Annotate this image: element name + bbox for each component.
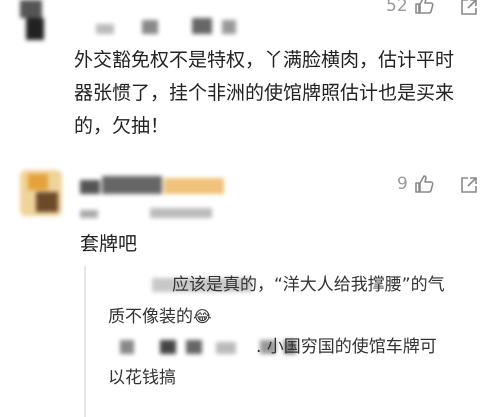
reply-block: 应该是真的，“洋大人给我撑腰”的气 质不像装的😂 . 小国穷国的使馆车牌可 以花… bbox=[84, 266, 496, 417]
reply-text: 质不像装的😂 bbox=[108, 301, 428, 333]
like-count: 9 bbox=[397, 174, 408, 194]
reply-line: 以花钱搞 bbox=[108, 368, 176, 388]
share-icon[interactable] bbox=[460, 176, 478, 194]
reply-text: 以花钱搞 bbox=[108, 363, 428, 394]
comment-line: 外交豁免权不是特权，丫满脸横肉，估计平时 bbox=[74, 49, 455, 71]
share-icon[interactable] bbox=[460, 0, 478, 16]
username[interactable] bbox=[96, 16, 236, 34]
reply-line: . 小国穷国的使馆车牌可 bbox=[256, 337, 437, 357]
laughing-emoji-icon: 😂 bbox=[193, 307, 212, 326]
avatar[interactable] bbox=[20, 170, 62, 216]
thumbs-up-icon[interactable] bbox=[414, 0, 434, 14]
username[interactable] bbox=[80, 174, 230, 196]
avatar[interactable] bbox=[20, 0, 44, 42]
comment-meta bbox=[80, 206, 220, 220]
reply-line: 质不像装的 bbox=[108, 307, 193, 327]
reply-text: 应该是真的，“洋大人给我撑腰”的气 bbox=[172, 270, 492, 301]
reply-line: 应该是真的，“洋大人给我撑腰”的气 bbox=[172, 275, 445, 295]
reply-text: . 小国穷国的使馆车牌可 bbox=[256, 332, 496, 363]
comment-text: 套牌吧 bbox=[80, 233, 138, 255]
comment-text: 外交豁免权不是特权，丫满脸横肉，估计平时 器张惯了，挂个非洲的使馆牌照估计也是买… bbox=[74, 44, 494, 143]
comment-line: 器张惯了，挂个非洲的使馆牌照估计也是买来 bbox=[74, 82, 455, 104]
like-count: 52 bbox=[386, 0, 408, 16]
comment-line: 的，欠抽！ bbox=[74, 115, 170, 137]
thumbs-up-icon[interactable] bbox=[414, 175, 434, 193]
